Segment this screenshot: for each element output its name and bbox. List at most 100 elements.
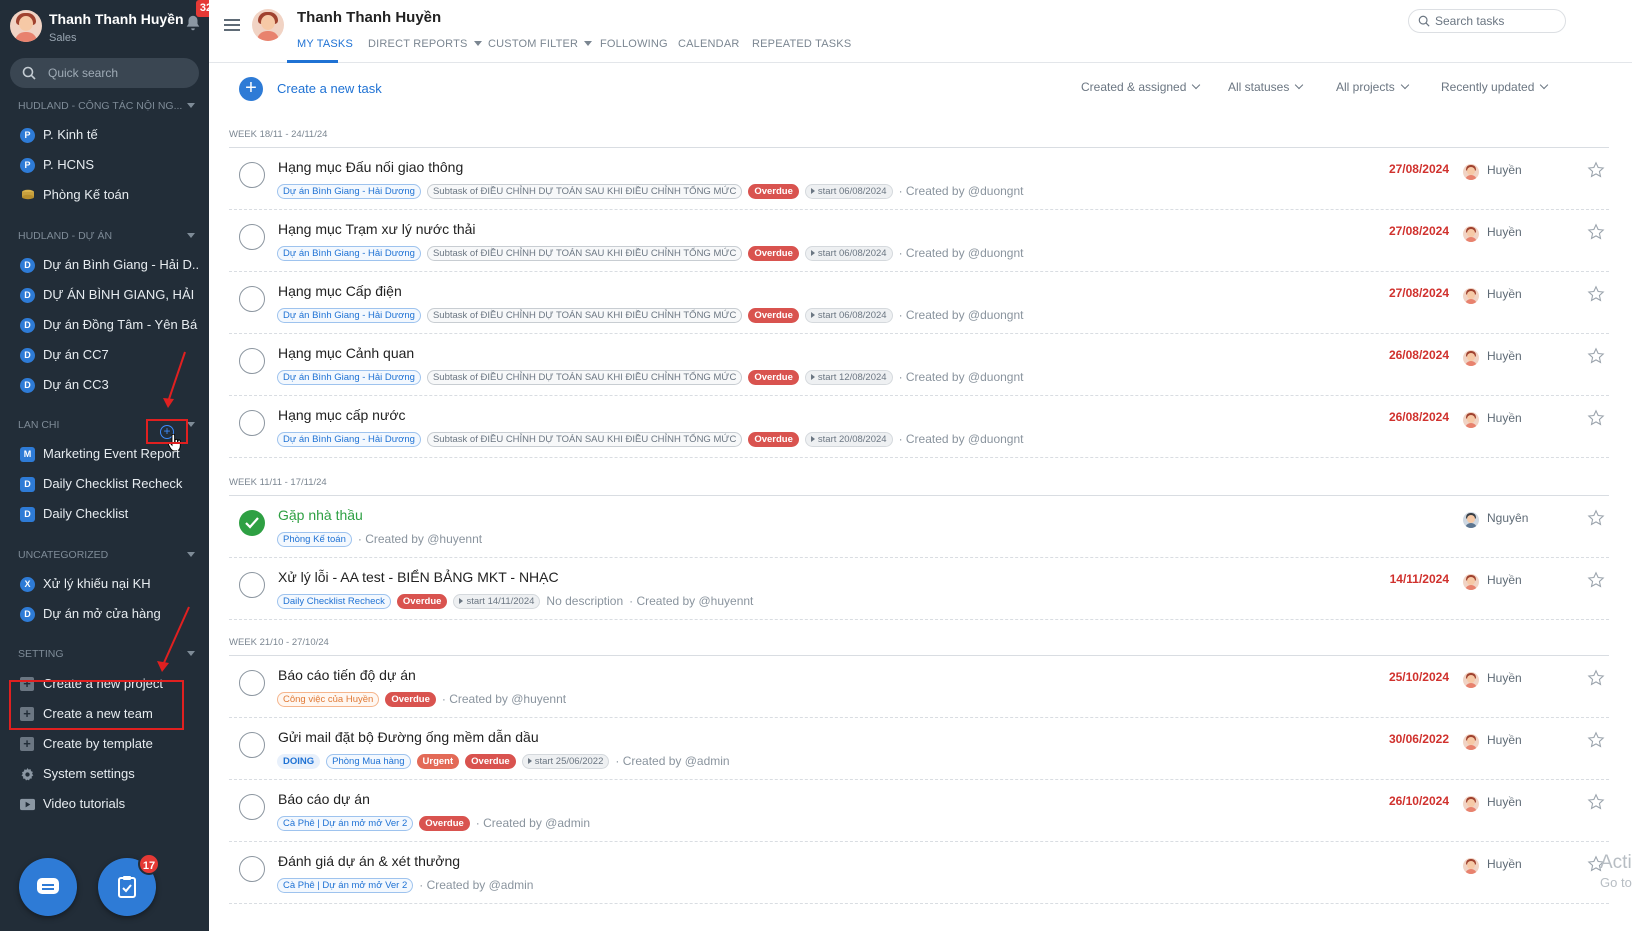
project-tag[interactable]: Dự án Bình Giang - Hải Dương [277,308,421,323]
assignee-name[interactable]: Huyền [1487,163,1522,177]
task-row[interactable]: Đánh giá dự án & xét thưởng Cà Phê | Dự … [229,842,1609,904]
create-task-label[interactable]: Create a new task [277,81,382,96]
star-icon[interactable] [1587,161,1605,179]
task-row[interactable]: Hạng mục Cảnh quan Dự án Bình Giang - Hả… [229,334,1609,396]
chevron-down-icon[interactable] [187,103,195,108]
due-date[interactable]: 26/08/2024 [1377,410,1449,424]
task-checkbox[interactable] [239,286,265,312]
task-row[interactable]: Báo cáo dự án Cà Phê | Dự án mở mở Ver 2… [229,780,1609,842]
task-title[interactable]: Báo cáo tiến độ dự án [278,667,416,683]
assignee-name[interactable]: Huyền [1487,573,1522,587]
due-date[interactable]: 30/06/2022 [1377,732,1449,746]
task-row[interactable]: Hạng mục Cấp điện Dự án Bình Giang - Hải… [229,272,1609,334]
project-tag[interactable]: Phòng Kế toán [277,532,352,547]
sidebar-item-p-kinh-te[interactable]: P P. Kinh tế [18,124,198,146]
star-icon[interactable] [1587,669,1605,687]
user-avatar[interactable] [10,10,42,42]
tab-direct-reports[interactable]: DIRECT REPORTS [368,38,482,50]
sidebar-item-xu-ly-khieu-nai[interactable]: X Xử lý khiếu nại KH [18,573,198,595]
filter-statuses[interactable]: All statuses [1228,80,1304,94]
assignee-name[interactable]: Huyền [1487,349,1522,363]
chat-button[interactable] [19,858,77,916]
task-row[interactable]: Hạng mục cấp nước Dự án Bình Giang - Hải… [229,396,1609,458]
project-tag[interactable]: Công việc của Huyền [277,692,380,707]
task-title[interactable]: Báo cáo dự án [278,791,370,807]
filter-projects[interactable]: All projects [1336,80,1409,94]
parent-task-tag[interactable]: Subtask of ĐIỀU CHỈNH DỰ TOÁN SAU KHI ĐI… [426,246,743,261]
sidebar-item-daily-checklist[interactable]: D Daily Checklist [18,503,198,525]
sidebar-item-phong-ke-toan[interactable]: Phòng Kế toán [18,184,198,206]
star-icon[interactable] [1587,731,1605,749]
sidebar-item-daily-checklist-recheck[interactable]: D Daily Checklist Recheck [18,473,198,495]
chevron-down-icon[interactable] [187,422,195,427]
task-row[interactable]: Gặp nhà thầu Phòng Kế toán · Created by @… [229,496,1609,558]
due-date[interactable]: 25/10/2024 [1377,670,1449,684]
tab-calendar[interactable]: CALENDAR [678,38,740,50]
tab-repeated-tasks[interactable]: REPEATED TASKS [752,38,851,50]
tab-following[interactable]: FOLLOWING [600,38,668,50]
search-tasks-input[interactable]: Search tasks [1408,9,1566,33]
sidebar-item-du-an-binh-giang-hai[interactable]: D DỰ ÁN BÌNH GIANG, HẢI ... [18,284,198,306]
parent-task-tag[interactable]: Subtask of ĐIỀU CHỈNH DỰ TOÁN SAU KHI ĐI… [426,370,743,385]
avatar[interactable] [252,9,284,41]
due-date[interactable]: 26/10/2024 [1377,794,1449,808]
quick-search-input[interactable]: Quick search [10,58,199,88]
assignee-name[interactable]: Huyền [1487,795,1522,809]
task-title[interactable]: Hạng mục Trạm xư lý nước thải [278,221,476,237]
due-date[interactable]: 14/11/2024 [1377,572,1449,586]
assignee-name[interactable]: Huyền [1487,225,1522,239]
star-icon[interactable] [1587,793,1605,811]
assignee-name[interactable]: Huyền [1487,287,1522,301]
chevron-down-icon[interactable] [187,552,195,557]
due-date[interactable]: 27/08/2024 [1377,162,1449,176]
assignee-name[interactable]: Huyền [1487,733,1522,747]
sidebar-item-p-hcns[interactable]: P P. HCNS [18,154,198,176]
task-row[interactable]: Xử lý lỗi - AA test - BIỂN BẢNG MKT - NH… [229,558,1609,620]
project-tag[interactable]: Dự án Bình Giang - Hải Dương [277,370,421,385]
task-title[interactable]: Hạng mục Cấp điện [278,283,402,299]
task-row[interactable]: Hạng mục Đấu nối giao thông Dự án Bình G… [229,148,1609,210]
star-icon[interactable] [1587,509,1605,527]
due-date[interactable]: 27/08/2024 [1377,224,1449,238]
parent-task-tag[interactable]: Subtask of ĐIỀU CHỈNH DỰ TOÁN SAU KHI ĐI… [426,184,743,199]
task-checkbox[interactable] [239,572,265,598]
project-tag[interactable]: Daily Checklist Recheck [277,594,391,609]
project-tag[interactable]: Cà Phê | Dự án mở mở Ver 2 [277,816,414,831]
star-icon[interactable] [1587,223,1605,241]
task-row[interactable]: Hạng mục Trạm xư lý nước thải Dự án Bình… [229,210,1609,272]
assignee-name[interactable]: Huyền [1487,411,1522,425]
section-hudland-du-an[interactable]: HUDLAND - DỰ ÁN [18,230,195,242]
task-title[interactable]: Gửi mail đặt bộ Đường ống mềm dẫn dầu [278,729,539,745]
task-title[interactable]: Xử lý lỗi - AA test - BIỂN BẢNG MKT - NH… [278,569,559,585]
project-tag[interactable]: Phòng Mua hàng [326,754,411,769]
section-hudland-cong-tac[interactable]: HUDLAND - CÔNG TÁC NỘI NG... [18,100,195,112]
task-title[interactable]: Đánh giá dự án & xét thưởng [278,853,460,869]
project-tag[interactable]: Cà Phê | Dự án mở mở Ver 2 [277,878,414,893]
create-task-button[interactable]: + [239,77,263,101]
task-checkbox[interactable] [239,162,265,188]
sidebar-item-marketing-event-report[interactable]: M Marketing Event Report [18,443,198,465]
parent-task-tag[interactable]: Subtask of ĐIỀU CHỈNH DỰ TOÁN SAU KHI ĐI… [426,308,743,323]
task-title[interactable]: Hạng mục Đấu nối giao thông [278,159,463,175]
sidebar-item-du-an-dong-tam[interactable]: D Dự án Đồng Tâm - Yên Bái [18,314,198,336]
sidebar-item-du-an-binh-giang[interactable]: D Dự án Bình Giang - Hải D... [18,254,198,276]
task-title[interactable]: Hạng mục Cảnh quan [278,345,414,361]
filter-created-assigned[interactable]: Created & assigned [1081,80,1201,94]
task-checkbox[interactable] [239,670,265,696]
task-title[interactable]: Gặp nhà thầu [278,507,363,523]
due-date[interactable]: 26/08/2024 [1377,348,1449,362]
project-tag[interactable]: Dự án Bình Giang - Hải Dương [277,246,421,261]
tab-my-tasks[interactable]: MY TASKS [297,38,353,50]
project-tag[interactable]: Dự án Bình Giang - Hải Dương [277,184,421,199]
task-checkbox[interactable] [239,856,265,882]
assignee-name[interactable]: Huyền [1487,671,1522,685]
task-checkbox-checked[interactable] [239,510,265,536]
star-icon[interactable] [1587,285,1605,303]
assignee-name[interactable]: Nguyên [1487,511,1528,525]
project-tag[interactable]: Dự án Bình Giang - Hải Dương [277,432,421,447]
create-by-template-button[interactable]: + Create by template [18,733,198,755]
task-checkbox[interactable] [239,410,265,436]
star-icon[interactable] [1587,347,1605,365]
system-settings-button[interactable]: System settings [18,763,198,785]
chevron-down-icon[interactable] [187,233,195,238]
